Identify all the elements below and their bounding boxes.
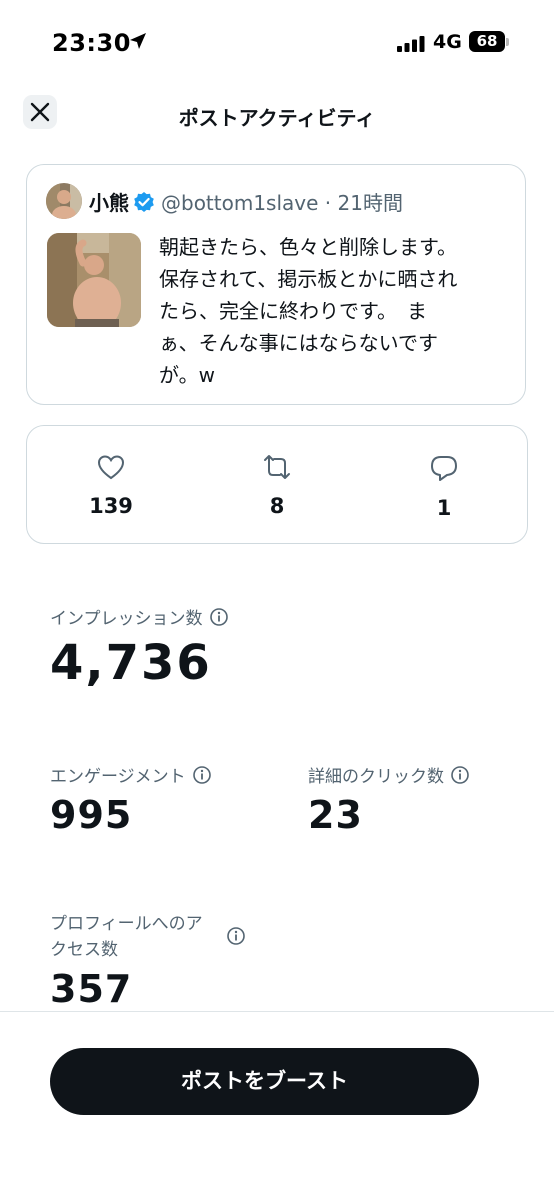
header: ポストアクティビティ bbox=[0, 92, 554, 138]
repost-icon bbox=[264, 455, 290, 479]
avatar[interactable] bbox=[46, 183, 82, 219]
detail-clicks-label: 詳細のクリック数 bbox=[308, 767, 444, 787]
replies-count: 1 bbox=[436, 496, 452, 520]
engagement-card: 139 8 1 bbox=[26, 425, 528, 544]
reposts-stat[interactable]: 8 bbox=[222, 454, 332, 518]
heart-icon bbox=[97, 455, 125, 480]
profile-visits-value: 357 bbox=[50, 967, 133, 1011]
profile-visits-label: プロフィールへのア クセス数 bbox=[50, 914, 203, 960]
battery-icon: 68 bbox=[469, 31, 505, 52]
network-type: 4G bbox=[433, 31, 462, 53]
battery-tip bbox=[506, 38, 509, 46]
status-time: 23:30 bbox=[52, 29, 131, 57]
post-text: 朝起きたら、色々と削除します。 保存されて、掲示板とかに晒され たら、完全に終わ… bbox=[159, 235, 458, 387]
detail-clicks-value: 23 bbox=[308, 793, 363, 837]
post-time: 21時間 bbox=[337, 191, 403, 215]
replies-stat[interactable]: 1 bbox=[389, 454, 499, 520]
verified-badge-icon bbox=[133, 191, 155, 218]
boost-post-button[interactable]: ポストをブースト bbox=[50, 1048, 479, 1115]
impressions-metric: インプレッション数 4,736 bbox=[50, 606, 229, 691]
engagements-value: 995 bbox=[50, 793, 133, 837]
likes-stat[interactable]: 139 bbox=[56, 454, 166, 518]
page-title: ポストアクティビティ bbox=[178, 106, 376, 130]
info-icon[interactable] bbox=[192, 765, 212, 793]
engagements-metric: エンゲージメント 995 bbox=[50, 764, 212, 837]
likes-count: 139 bbox=[89, 494, 133, 518]
status-bar: 23:30 4G 68 bbox=[0, 0, 554, 84]
engagements-label: エンゲージメント bbox=[50, 767, 186, 787]
reply-icon bbox=[431, 456, 457, 481]
separator-dot: · bbox=[324, 191, 332, 215]
cellular-signal-icon bbox=[397, 36, 427, 56]
reposts-count: 8 bbox=[269, 494, 285, 518]
impressions-value: 4,736 bbox=[50, 635, 212, 691]
info-icon[interactable] bbox=[226, 926, 246, 950]
profile-visits-metric: プロフィールへのア クセス数 357 bbox=[50, 911, 250, 1011]
author-name[interactable]: 小熊 bbox=[89, 191, 129, 215]
author-handle[interactable]: @bottom1slave bbox=[161, 191, 318, 215]
detail-clicks-metric: 詳細のクリック数 23 bbox=[308, 764, 470, 837]
post-card[interactable]: 小熊 @bottom1slave · 21時間 朝起きたら、色々と削除します。 保… bbox=[26, 164, 526, 405]
info-icon[interactable] bbox=[450, 765, 470, 793]
impressions-label: インプレッション数 bbox=[50, 609, 203, 629]
info-icon[interactable] bbox=[209, 607, 229, 635]
post-image[interactable] bbox=[47, 233, 141, 327]
location-arrow-icon bbox=[128, 31, 148, 55]
bottom-divider bbox=[0, 1011, 554, 1012]
post-author-row: 小熊 @bottom1slave · 21時間 bbox=[89, 187, 403, 218]
